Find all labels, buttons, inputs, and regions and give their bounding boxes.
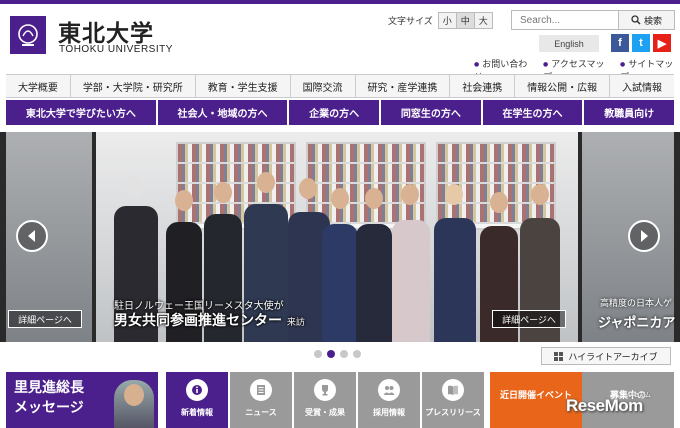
highlight-archive-label: ハイライトアーカイブ bbox=[568, 352, 658, 363]
font-size-small-button[interactable]: 小 bbox=[437, 12, 457, 29]
president-banner-line1: 里見進総長 bbox=[14, 380, 84, 396]
top-accent-bar bbox=[0, 0, 680, 4]
font-size-medium-button[interactable]: 中 bbox=[455, 12, 475, 29]
audience-current-students[interactable]: 在学生の方へ bbox=[482, 100, 583, 125]
hero-caption-suffix: 来訪 bbox=[286, 318, 305, 328]
audience-companies[interactable]: 企業の方へ bbox=[289, 100, 380, 125]
highlight-archive-button[interactable]: ハイライトアーカイブ bbox=[541, 347, 671, 365]
audience-community[interactable]: 社会人・地域の方へ bbox=[157, 100, 288, 125]
chevron-left-icon bbox=[28, 230, 35, 242]
gnav-item-admissions[interactable]: 入試情報 bbox=[610, 75, 674, 97]
university-logo-icon[interactable] bbox=[10, 16, 46, 54]
audience-prospective-students[interactable]: 東北大学で学びたい方へ bbox=[6, 100, 156, 125]
carousel-prev-button[interactable] bbox=[16, 220, 48, 252]
carousel-dot[interactable] bbox=[314, 350, 322, 358]
logo-english-name[interactable]: TOHOKU UNIVERSITY bbox=[59, 44, 173, 55]
seal-icon bbox=[18, 24, 38, 46]
tab-press-release[interactable]: プレスリリース bbox=[422, 372, 484, 428]
logo-japanese-name[interactable]: 東北大学 bbox=[58, 14, 154, 48]
font-size-large-button[interactable]: 大 bbox=[473, 12, 493, 29]
gnav-item-faculties[interactable]: 学部・大学院・研究所 bbox=[71, 75, 196, 97]
carousel-next-button[interactable] bbox=[628, 220, 660, 252]
english-button[interactable]: English bbox=[539, 35, 599, 52]
tab-new-info[interactable]: 新着情報 bbox=[166, 372, 228, 428]
tab-news[interactable]: ニュース bbox=[230, 372, 292, 428]
next-slide-caption-small: 高精度の日本人ゲ bbox=[600, 299, 673, 309]
hero-caption-main: 男女共同参画推進センター 来訪 bbox=[114, 310, 305, 330]
audience-alumni[interactable]: 同窓生の方へ bbox=[381, 100, 481, 125]
hero-detail-button[interactable]: 詳細ページへ bbox=[492, 310, 566, 328]
tab-recruitment-label: 採用情報 bbox=[373, 408, 405, 417]
search-icon bbox=[631, 15, 641, 25]
people-icon bbox=[378, 379, 400, 401]
search-box: Search... 検索 bbox=[511, 10, 675, 30]
carousel-dot-active[interactable] bbox=[327, 350, 335, 358]
gnav-item-community[interactable]: 社会連携 bbox=[450, 75, 516, 97]
search-button[interactable]: 検索 bbox=[618, 11, 674, 29]
audience-staff[interactable]: 教職員向け bbox=[584, 100, 675, 125]
tab-new-info-label: 新着情報 bbox=[181, 408, 213, 417]
gnav-item-public-info[interactable]: 情報公開・広報 bbox=[515, 75, 611, 97]
font-size-label: 文字サイズ bbox=[388, 17, 433, 27]
news-tabs: 新着情報 ニュース 受賞・成果 採用情報 プレスリリース bbox=[166, 372, 484, 428]
gnav-item-about[interactable]: 大学概要 bbox=[6, 75, 71, 97]
twitter-icon[interactable]: t bbox=[632, 34, 650, 52]
next-slide-caption-main: ジャポニカア bbox=[598, 316, 676, 331]
global-nav: 大学概要 学部・大学院・研究所 教育・学生支援 国際交流 研究・産学連携 社会連… bbox=[6, 74, 674, 98]
tab-awards-label: 受賞・成果 bbox=[305, 408, 345, 417]
social-links: f t ▶ bbox=[611, 34, 671, 52]
book-icon bbox=[442, 379, 464, 401]
search-input[interactable]: Search... bbox=[512, 11, 618, 29]
document-icon bbox=[250, 379, 272, 401]
youtube-icon[interactable]: ▶ bbox=[653, 34, 671, 52]
chevron-right-icon bbox=[641, 230, 648, 242]
search-button-label: 検索 bbox=[643, 16, 662, 27]
info-icon bbox=[186, 379, 208, 401]
font-size-switcher: 文字サイズ 小 中 大 bbox=[388, 12, 493, 29]
tab-awards[interactable]: 受賞・成果 bbox=[294, 372, 356, 428]
tab-press-release-label: プレスリリース bbox=[425, 408, 481, 417]
gnav-item-international[interactable]: 国際交流 bbox=[291, 75, 356, 97]
president-message-banner[interactable]: 里見進総長 メッセージ bbox=[6, 372, 158, 428]
facebook-icon[interactable]: f bbox=[611, 34, 629, 52]
hero-caption-title: 男女共同参画推進センター bbox=[114, 313, 282, 329]
president-banner-line2: メッセージ bbox=[14, 400, 84, 416]
tab-recruitment[interactable]: 採用情報 bbox=[358, 372, 420, 428]
hero-carousel: 駐日ノルウェー王国リーメスタ大使が 男女共同参画推進センター 来訪 詳細ページへ… bbox=[0, 132, 680, 342]
audience-nav: 東北大学で学びたい方へ 社会人・地域の方へ 企業の方へ 同窓生の方へ 在学生の方… bbox=[6, 100, 675, 125]
grid-icon bbox=[554, 351, 564, 361]
carousel-indicators bbox=[314, 350, 361, 358]
gnav-item-research[interactable]: 研究・産学連携 bbox=[356, 75, 451, 97]
trophy-icon bbox=[314, 379, 336, 401]
left-detail-button[interactable]: 詳細ページへ bbox=[8, 310, 82, 328]
carousel-dot[interactable] bbox=[353, 350, 361, 358]
president-portrait bbox=[114, 380, 154, 428]
tab-news-label: ニュース bbox=[245, 408, 277, 417]
carousel-dot[interactable] bbox=[340, 350, 348, 358]
gnav-item-education[interactable]: 教育・学生支援 bbox=[196, 75, 291, 97]
resemom-watermark: ReseMom bbox=[566, 396, 643, 415]
